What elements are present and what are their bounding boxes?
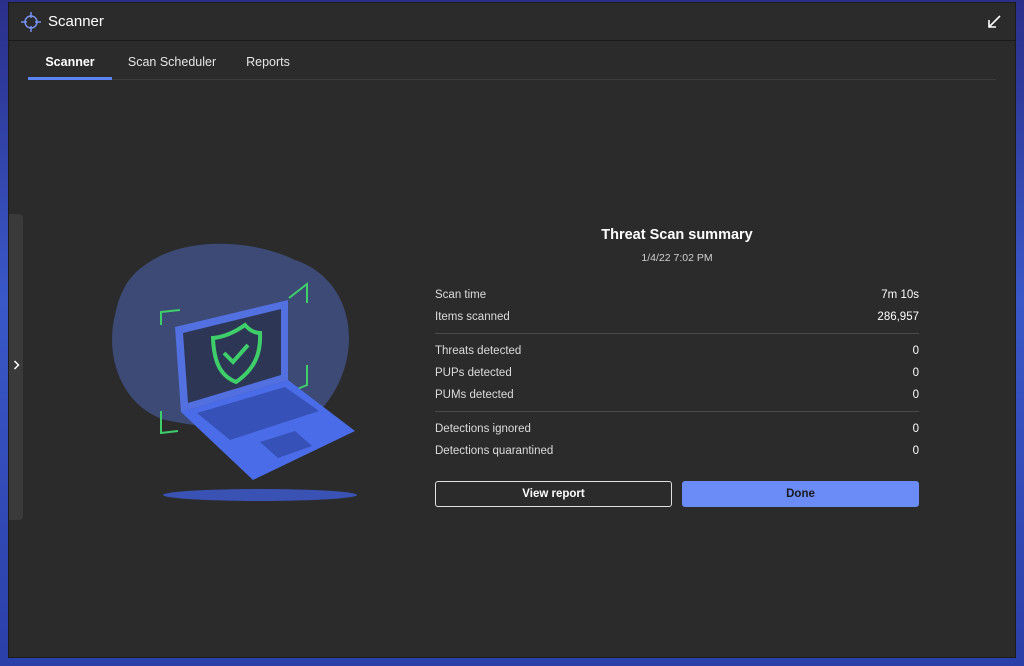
stat-value: 0 — [912, 345, 919, 357]
done-button[interactable]: Done — [682, 481, 919, 507]
chevron-right-icon — [13, 360, 20, 370]
summary-actions: View report Done — [435, 481, 919, 507]
stat-label: Threats detected — [435, 345, 522, 357]
stat-label: Scan time — [435, 289, 487, 301]
summary-date: 1/4/22 7:02 PM — [641, 252, 713, 264]
stat-value: 286,957 — [877, 311, 919, 323]
tab-scan-scheduler[interactable]: Scan Scheduler — [126, 43, 218, 80]
crosshair-icon — [21, 12, 41, 32]
stat-row: Items scanned 286,957 — [435, 306, 919, 328]
side-panel-toggle[interactable] — [9, 214, 23, 520]
laptop-shield-check-icon — [112, 243, 357, 501]
arrow-down-left-icon[interactable] — [987, 15, 1001, 29]
tab-bar: Scanner Scan Scheduler Reports — [28, 43, 996, 80]
stat-value: 0 — [912, 423, 919, 435]
stat-value: 0 — [912, 367, 919, 379]
view-report-button[interactable]: View report — [435, 481, 672, 507]
tab-scanner[interactable]: Scanner — [28, 43, 112, 80]
stat-label: Items scanned — [435, 311, 510, 323]
stat-label: Detections quarantined — [435, 445, 554, 457]
stat-label: Detections ignored — [435, 423, 531, 435]
stat-value: 0 — [912, 445, 919, 457]
stat-label: PUPs detected — [435, 367, 512, 379]
scan-stats-group: Scan time 7m 10s Items scanned 286,957 T… — [435, 284, 919, 462]
summary-title: Threat Scan summary — [601, 227, 753, 243]
scanner-window: Scanner Scanner Scan Scheduler Reports T… — [8, 2, 1016, 658]
stat-row: Scan time 7m 10s — [435, 284, 919, 306]
window-title: Scanner — [48, 13, 104, 30]
tab-reports[interactable]: Reports — [243, 43, 293, 80]
stat-value: 0 — [912, 389, 919, 401]
divider — [435, 333, 919, 334]
stat-row: Threats detected 0 — [435, 340, 919, 362]
stat-row: PUMs detected 0 — [435, 384, 919, 406]
threat-scan-summary: Threat Scan summary 1/4/22 7:02 PM Scan … — [435, 227, 919, 507]
divider — [435, 411, 919, 412]
stat-row: Detections quarantined 0 — [435, 440, 919, 462]
stat-row: PUPs detected 0 — [435, 362, 919, 384]
title-bar: Scanner — [9, 3, 1015, 41]
stat-value: 7m 10s — [881, 289, 919, 301]
stat-label: PUMs detected — [435, 389, 514, 401]
stat-row: Detections ignored 0 — [435, 418, 919, 440]
